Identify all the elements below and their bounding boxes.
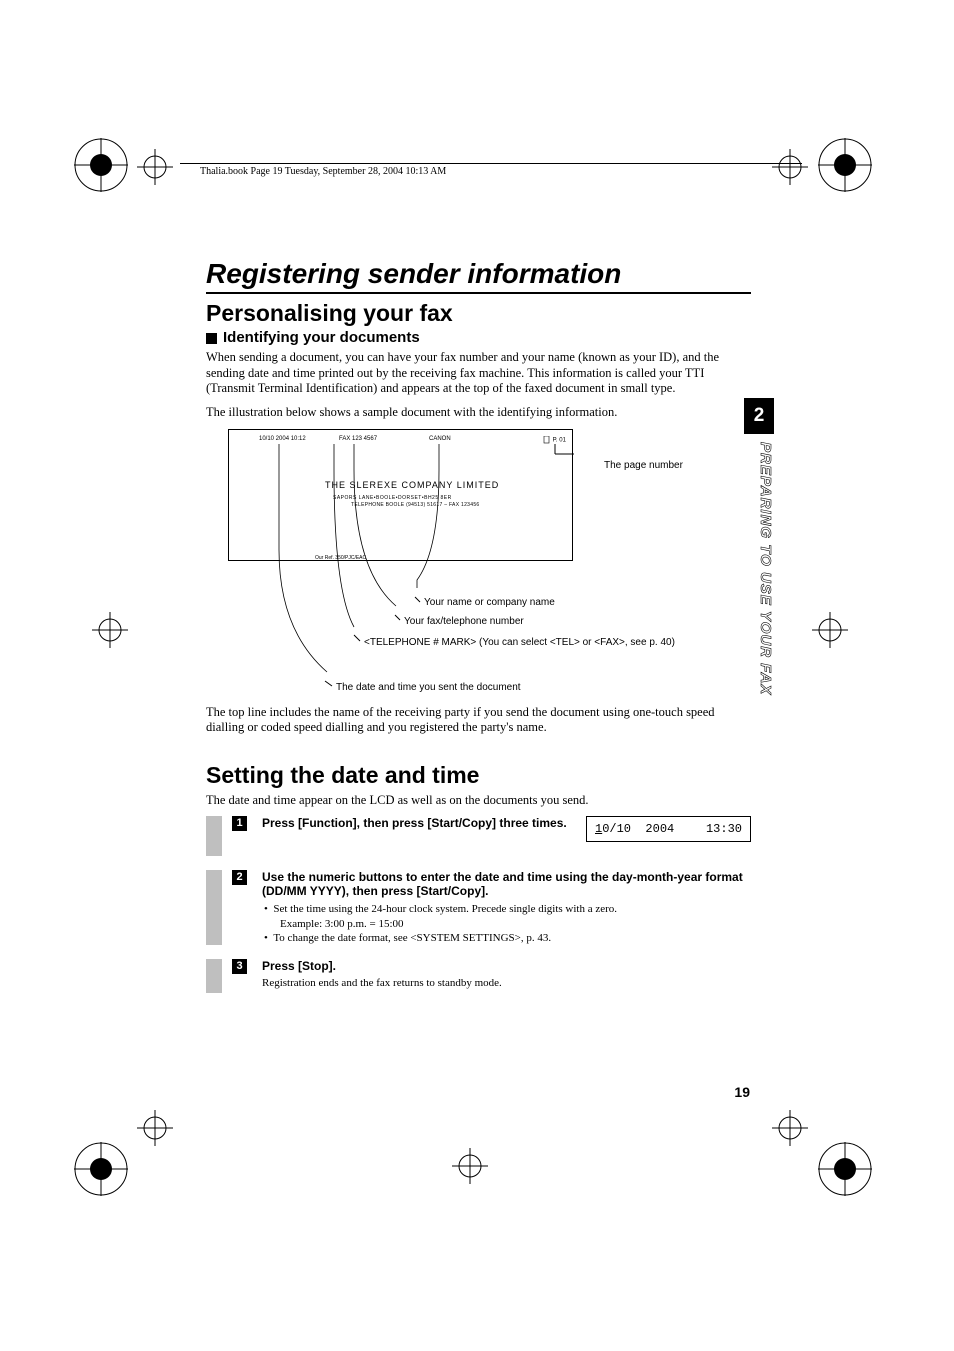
after-illus: The top line includes the name of the re…	[206, 705, 751, 736]
step-num: 1	[232, 816, 247, 831]
step-3-head: Press [Stop].	[262, 959, 751, 973]
step-2-b2: • To change the date format, see <SYSTEM…	[262, 931, 751, 945]
section-title: Registering sender information	[206, 258, 751, 294]
print-mark-tr	[818, 138, 872, 192]
step-2: 2 Use the numeric buttons to enter the d…	[206, 870, 751, 945]
lcd-left: 10/10 2004	[595, 822, 674, 836]
chapter-tab: 2	[744, 398, 774, 434]
steps: 1 Press [Function], then press [Start/Co…	[206, 816, 751, 993]
print-mark-bl	[74, 1142, 128, 1196]
print-crosshair-bc	[452, 1148, 488, 1184]
step-bar	[206, 816, 222, 856]
header-text: Thalia.book Page 19 Tuesday, September 2…	[200, 166, 446, 177]
setting-intro: The date and time appear on the LCD as w…	[206, 793, 751, 809]
identifying-p2: The illustration below shows a sample do…	[206, 405, 751, 421]
page-content: Registering sender information Personali…	[206, 258, 751, 1007]
step-bar	[206, 870, 222, 945]
step-3: 3 Press [Stop]. Registration ends and th…	[206, 959, 751, 993]
print-crosshair-bl	[137, 1110, 173, 1146]
callout-page-number: The page number	[604, 460, 683, 471]
callout-leaders	[206, 569, 751, 699]
step-1: 1 Press [Function], then press [Start/Co…	[206, 816, 751, 856]
print-mark-tl	[74, 138, 128, 192]
setting-title: Setting the date and time	[206, 762, 751, 789]
print-crosshair-mr	[812, 612, 848, 648]
step-bar	[206, 959, 222, 993]
print-crosshair-br	[772, 1110, 808, 1146]
step-num: 3	[232, 959, 247, 974]
lcd-left-rest: 0/10 2004	[602, 822, 674, 836]
step-2-b1: • Set the time using the 24-hour clock s…	[262, 902, 751, 916]
step-3-body: Registration ends and the fax returns to…	[262, 977, 751, 989]
header-rule	[180, 163, 802, 164]
print-crosshair-tr	[772, 149, 808, 185]
lcd-right: 13:30	[706, 822, 742, 836]
print-crosshair-ml	[92, 612, 128, 648]
step-2-b1b: Example: 3:00 p.m. = 15:00	[262, 917, 751, 931]
identifying-p1: When sending a document, you can have yo…	[206, 350, 751, 397]
print-crosshair-tl	[137, 149, 173, 185]
identifying-title-text: Identifying your documents	[223, 329, 420, 346]
sample-document: 10/10 2004 10:12 FAX 123 4567 CANON P. 0…	[228, 429, 573, 561]
lcd-display: 10/10 2004 13:30	[586, 816, 751, 842]
step-2-head: Use the numeric buttons to enter the dat…	[262, 870, 751, 898]
personalising-title: Personalising your fax	[206, 300, 751, 327]
page-number: 19	[734, 1084, 750, 1100]
print-mark-br	[818, 1142, 872, 1196]
step-num: 2	[232, 870, 247, 885]
identifying-title: Identifying your documents	[206, 329, 751, 346]
chapter-label: PREPARING TO USE YOUR FAX	[744, 442, 774, 695]
